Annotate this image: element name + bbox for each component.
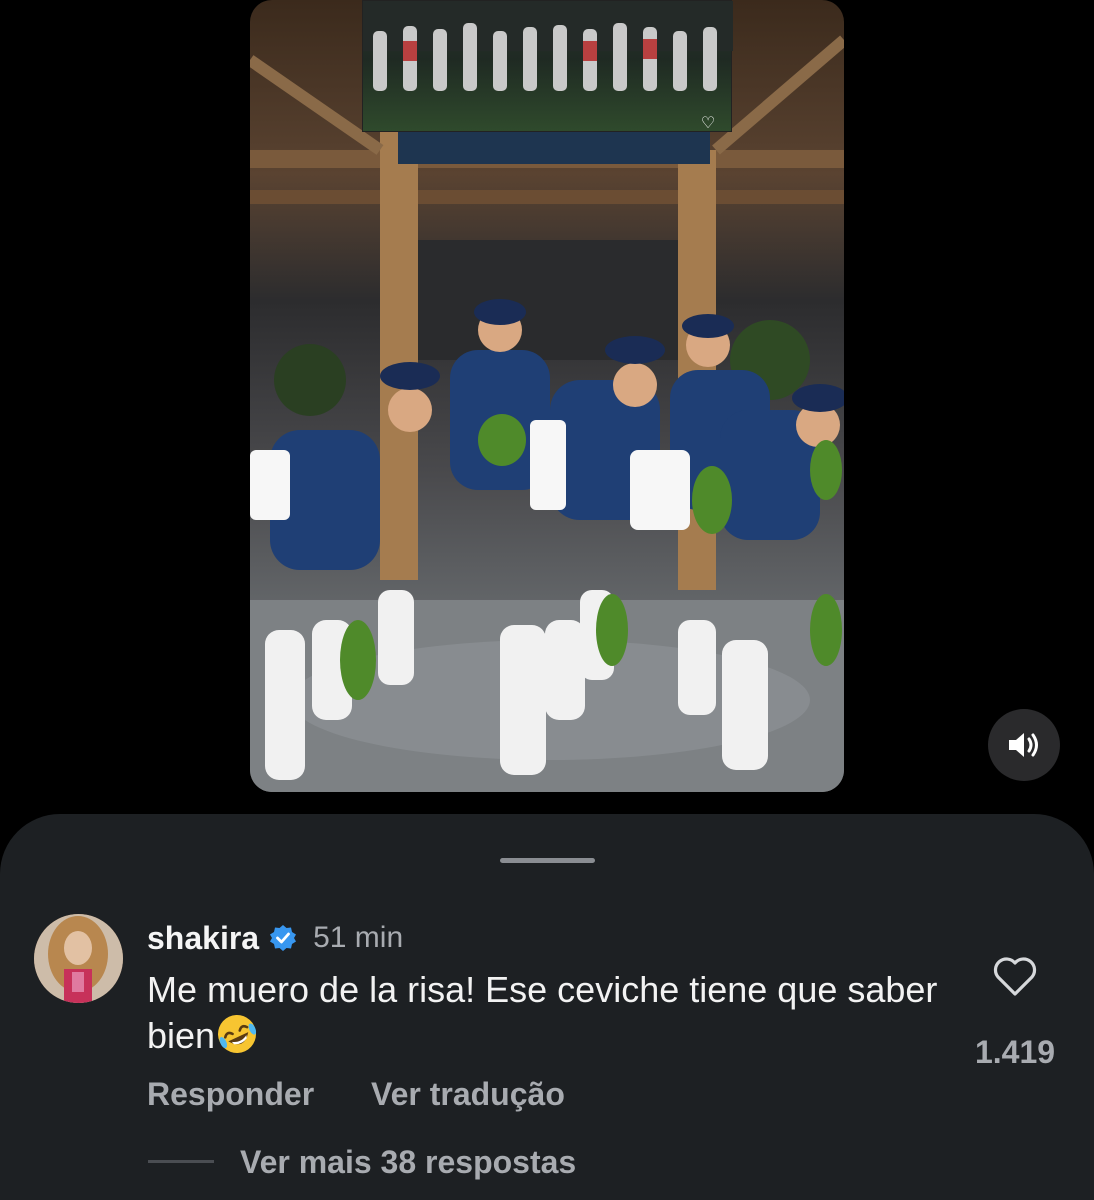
sheet-drag-handle[interactable] [500, 858, 595, 863]
replies-divider [148, 1160, 214, 1163]
pip-dancers [363, 1, 733, 91]
view-more-replies-button[interactable]: Ver mais 38 respostas [240, 1144, 576, 1181]
comment-body: Me muero de la risa! Ese ceviche tiene q… [147, 968, 947, 1058]
rolling-on-floor-laughing-icon [218, 1015, 257, 1053]
heart-outline-icon[interactable] [992, 955, 1038, 997]
avatar[interactable] [34, 914, 123, 1003]
video-player[interactable]: ♡ [250, 0, 844, 792]
comments-sheet: shakira 51 min Me muero de la risa! Ese … [0, 814, 1094, 1200]
avatar-image [34, 914, 123, 1003]
sound-toggle-button[interactable] [988, 709, 1060, 781]
speaker-icon [1009, 733, 1038, 757]
comment-header: shakira 51 min [147, 918, 403, 958]
see-translation-button[interactable]: Ver tradução [371, 1076, 565, 1113]
reply-button[interactable]: Responder [147, 1076, 314, 1113]
comment-timestamp: 51 min [313, 921, 404, 954]
pip-heart-icon: ♡ [700, 115, 716, 132]
picture-in-picture-video[interactable]: ♡ [362, 0, 733, 132]
like-count: 1.419 [974, 1034, 1056, 1070]
comment-text: Me muero de la risa! Ese ceviche tiene q… [147, 969, 938, 1056]
verified-badge-icon [270, 925, 297, 951]
comment-username[interactable]: shakira [147, 920, 259, 957]
